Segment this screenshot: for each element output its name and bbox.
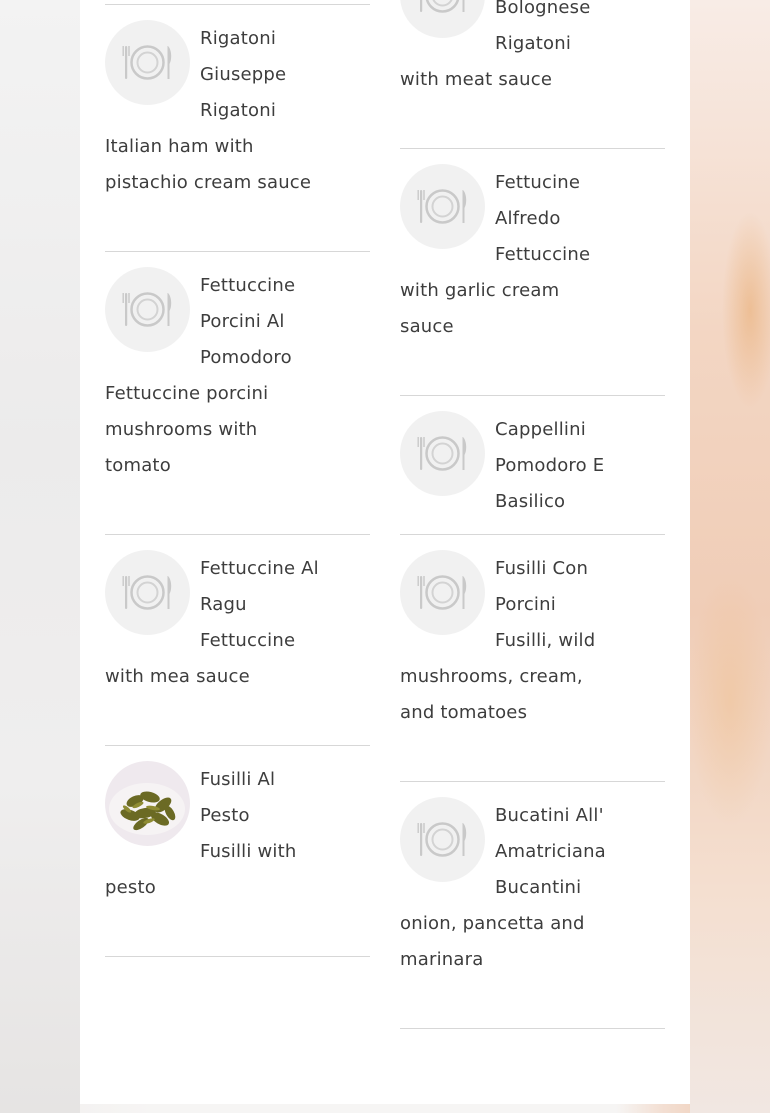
- menu-item[interactable]: Cappellini Pomodoro E Basilico: [400, 395, 665, 534]
- menu-item[interactable]: Rigatoni Giuseppe Rigatoni Italian ham w…: [105, 4, 370, 251]
- item-name: Fusilli Al Pesto Fusilli with: [200, 769, 297, 862]
- menu-panel: Rigatoni Giuseppe Rigatoni Italian ham w…: [80, 0, 690, 1104]
- item-divider: [105, 251, 370, 252]
- item-divider: [400, 534, 665, 535]
- item-divider: [400, 1028, 665, 1029]
- item-divider: [400, 148, 665, 149]
- item-name: Bolognese Rigatoni: [495, 0, 591, 54]
- item-name: Cappellini Pomodoro E Basilico: [495, 419, 605, 512]
- item-description: with garlic cream sauce: [400, 280, 560, 337]
- item-description: with meat sauce: [400, 69, 553, 90]
- menu-item[interactable]: Fettuccine Porcini Al Pomodoro Fettuccin…: [105, 251, 370, 534]
- menu-item[interactable]: Fettucine Alfredo Fettuccine with garlic…: [400, 148, 665, 395]
- item-description: Italian ham with pistachio cream sauce: [105, 136, 312, 193]
- menu-item[interactable]: Bolognese Rigatoni with meat sauce: [400, 0, 665, 148]
- item-description: Fettuccine porcini mushrooms with tomato: [105, 383, 269, 476]
- background-right: [690, 0, 770, 1113]
- item-divider: [105, 956, 370, 957]
- menu-item[interactable]: Fusilli Al Pesto Fusilli with pesto: [105, 745, 370, 956]
- item-description: mushrooms, cream, and tomatoes: [400, 666, 583, 723]
- item-name: Bucatini All' Amatriciana Bucantini: [495, 805, 606, 898]
- list-end-divider: [400, 1028, 665, 1030]
- item-name: Fettucine Alfredo Fettuccine: [495, 172, 591, 265]
- background-left: [0, 0, 80, 1113]
- item-name: Rigatoni Giuseppe Rigatoni: [200, 28, 287, 121]
- item-description: pesto: [105, 877, 156, 898]
- item-name: Fettuccine Porcini Al Pomodoro: [200, 275, 296, 368]
- item-divider: [105, 745, 370, 746]
- item-divider: [105, 534, 370, 535]
- list-end-divider: [105, 956, 370, 958]
- item-description: onion, pancetta and marinara: [400, 913, 585, 970]
- item-divider: [400, 395, 665, 396]
- item-name: Fusilli Con Porcini Fusilli, wild: [495, 558, 596, 651]
- item-description: with mea sauce: [105, 666, 250, 687]
- item-divider: [400, 781, 665, 782]
- item-name: Fettuccine Al Ragu Fettuccine: [200, 558, 319, 651]
- item-divider: [105, 4, 370, 5]
- menu-item[interactable]: Bucatini All' Amatriciana Bucantini onio…: [400, 781, 665, 1028]
- menu-item[interactable]: Fettuccine Al Ragu Fettuccine with mea s…: [105, 534, 370, 745]
- menu-item[interactable]: Fusilli Con Porcini Fusilli, wild mushro…: [400, 534, 665, 781]
